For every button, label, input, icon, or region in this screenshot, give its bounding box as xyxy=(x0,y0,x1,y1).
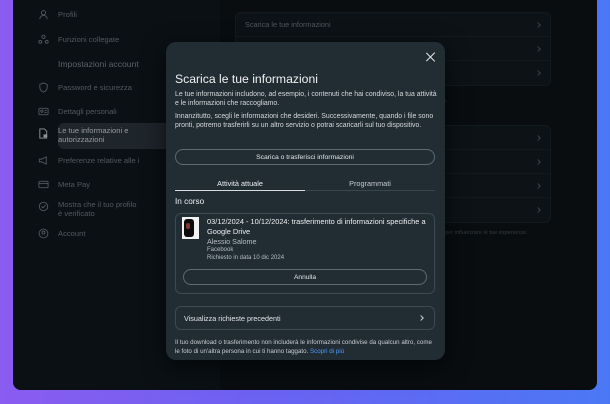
download-or-transfer-button[interactable]: Scarica o trasferisci informazioni xyxy=(175,149,435,165)
dialog-instructions: Innanzitutto, scegli le informazioni che… xyxy=(175,113,434,130)
dialog-title: Scarica le tue informazioni xyxy=(175,72,318,86)
footer-text: Il tuo download o trasferimento non incl… xyxy=(175,339,432,355)
tab-divider xyxy=(305,190,435,191)
cancel-request-button[interactable]: Annulla xyxy=(183,269,427,285)
request-owner: Alessio Salome xyxy=(207,237,257,246)
learn-more-link[interactable]: Scopri di più xyxy=(310,348,344,355)
active-tab-indicator xyxy=(175,190,305,191)
request-date: Richiesto in data 10 dic 2024 xyxy=(207,255,285,261)
previous-requests-button[interactable]: Visualizza richieste precedenti xyxy=(175,306,435,330)
active-request-card: 03/12/2024 - 10/12/2024: trasferimento d… xyxy=(175,213,435,294)
request-platform: Facebook xyxy=(207,247,234,253)
previous-requests-label: Visualizza richieste precedenti xyxy=(184,313,281,323)
section-title: In corso xyxy=(175,197,205,206)
dialog-intro: Le tue informazioni includono, ad esempi… xyxy=(175,91,437,108)
avatar xyxy=(182,217,199,239)
dialog-footer: Il tuo download o trasferimento non incl… xyxy=(175,339,437,356)
close-icon[interactable] xyxy=(426,52,436,62)
download-info-dialog: Scarica le tue informazioni Le tue infor… xyxy=(166,42,445,360)
request-title: 03/12/2024 - 10/12/2024: trasferimento d… xyxy=(207,217,426,236)
chevron-right-icon xyxy=(418,315,424,321)
